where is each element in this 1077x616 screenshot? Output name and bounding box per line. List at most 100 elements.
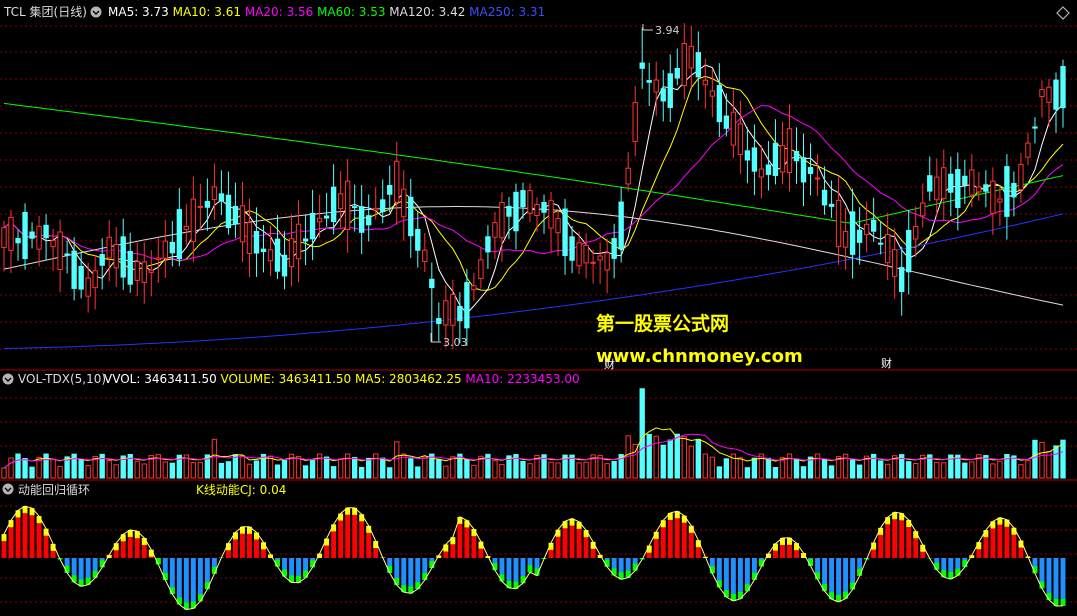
volume-bar — [323, 456, 330, 479]
volume-bar — [85, 465, 91, 479]
stock-title[interactable]: TCL 集团(日线) — [3, 4, 87, 19]
candle-body — [730, 111, 737, 146]
candle-body — [148, 269, 154, 273]
finance-marker-1[interactable]: 财 — [604, 357, 615, 371]
volume-bar — [394, 441, 400, 479]
candle-body — [955, 169, 961, 208]
volume-bar — [211, 438, 218, 479]
candle-body — [807, 167, 814, 175]
candle-body — [934, 176, 940, 201]
candle-body — [50, 240, 56, 248]
volume-bar — [330, 466, 337, 479]
watermark-url: www.chnmoney.com — [596, 346, 803, 367]
volume-bar — [660, 444, 666, 479]
volume-bar — [527, 463, 533, 479]
candle-body — [877, 242, 884, 245]
candle-body — [737, 123, 744, 155]
momentum-bar-tip — [941, 570, 947, 578]
candle-body — [618, 201, 624, 250]
stock-chart[interactable]: 3.94 3.03 第一股票公式网 www.chnmoney.com 财 财 T… — [0, 0, 1077, 616]
candle-body — [716, 85, 723, 123]
candle-body — [344, 180, 351, 231]
candle-body — [260, 248, 267, 253]
momentum-bar-down — [1060, 558, 1066, 606]
volume-bar — [373, 453, 379, 479]
volume-indicator-toggle-icon[interactable] — [2, 373, 14, 385]
candle-body — [856, 229, 863, 243]
candle-body — [983, 184, 989, 192]
candle-body — [499, 201, 505, 239]
volume-indicator-name[interactable]: VOL-TDX(5,10) — [18, 372, 106, 386]
volume-bar — [22, 458, 28, 479]
candle-body — [337, 193, 344, 210]
candle-body — [309, 212, 316, 240]
candle-body — [611, 238, 617, 259]
candle-body — [941, 167, 947, 200]
candle-body — [569, 236, 575, 261]
momentum-indicator-name[interactable]: 动能回归循环 — [18, 483, 90, 497]
candle-body — [976, 186, 982, 193]
momentum-panel-header: 动能回归循环 K线动能CJ: 0.04 — [2, 483, 286, 497]
candle-body — [1046, 86, 1052, 103]
momentum-bar-tip — [1004, 519, 1010, 527]
candle-body — [786, 128, 793, 174]
volume-bar — [344, 453, 351, 479]
indicator-value: MA5: 3.73 — [108, 5, 169, 19]
candle-body — [1, 227, 7, 248]
candle-body — [920, 202, 926, 217]
candle-body — [814, 177, 821, 180]
candle-body — [274, 238, 281, 272]
volume-bar — [106, 459, 112, 479]
candle-body — [1004, 166, 1010, 217]
candle-body — [541, 201, 547, 213]
momentum-bar-tip — [1, 534, 7, 542]
candle-body — [667, 73, 673, 108]
momentum-bar-tip — [723, 590, 729, 598]
candle-body — [106, 236, 112, 259]
momentum-indicator-value: K线动能CJ: 0.04 — [196, 483, 286, 497]
candle-body — [660, 88, 666, 102]
volume-bar — [779, 457, 786, 479]
candle-body — [169, 241, 175, 254]
main-indicator-toggle-icon[interactable] — [90, 6, 102, 18]
candle-body — [842, 230, 849, 248]
candle-body — [962, 175, 968, 186]
collapse-panel-icon[interactable] — [1056, 6, 1070, 20]
candle-body — [562, 208, 568, 257]
high-price-annotation: 3.94 — [642, 24, 680, 37]
candle-body — [1032, 126, 1038, 129]
finance-marker-2[interactable]: 财 — [881, 356, 892, 370]
candle-body — [646, 80, 652, 83]
candle-body — [899, 267, 905, 292]
volume-bar — [239, 455, 246, 479]
candle-body — [695, 52, 701, 78]
momentum-indicator-toggle-icon[interactable] — [2, 483, 14, 495]
volume-bar — [611, 460, 617, 479]
momentum-bar-tip — [464, 520, 470, 528]
volume-bar — [387, 467, 393, 479]
momentum-bar-tip — [527, 565, 533, 573]
indicator-value: MA120: 3.42 — [385, 5, 465, 19]
candle-body — [681, 42, 687, 87]
volume-bar — [744, 467, 751, 479]
indicator-value: VOLUME: 3463411.50 — [217, 372, 351, 386]
candle-body — [1039, 89, 1045, 98]
volume-bar — [492, 460, 498, 479]
momentum-bar-tip — [1060, 598, 1066, 606]
candle-body — [267, 249, 274, 262]
volume-panel-header: VOL-TDX(5,10) VVOL: 3463411.50 VOLUME: 3… — [2, 372, 580, 386]
candle-body — [204, 200, 211, 208]
volume-bar — [716, 466, 723, 479]
volume-bar — [295, 456, 302, 479]
candle-body — [436, 318, 442, 325]
candle-body — [71, 250, 77, 289]
candle-body — [1053, 79, 1059, 110]
momentum-bar-tip — [955, 568, 961, 576]
candle-body — [387, 184, 393, 195]
indicator-value: MA60: 3.53 — [313, 5, 385, 19]
volume-bar — [218, 462, 225, 479]
candle-body — [800, 157, 807, 183]
candle-body — [197, 205, 204, 208]
candle-body — [120, 236, 126, 278]
volume-bar — [8, 457, 14, 479]
